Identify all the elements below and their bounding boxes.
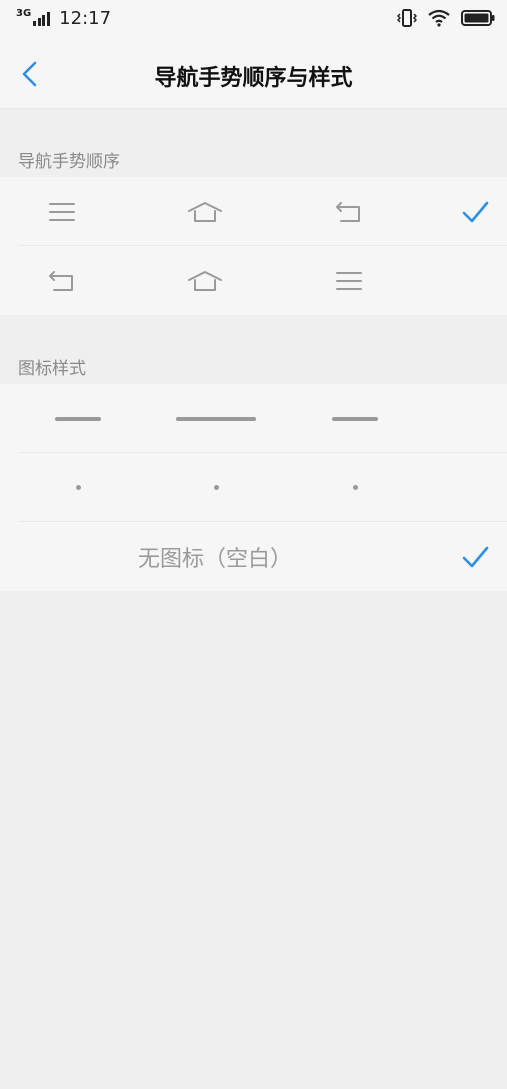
order-option-2[interactable] (0, 246, 507, 315)
style-option-blank[interactable]: 无图标（空白） (0, 522, 507, 591)
line-indicator-home (176, 384, 256, 453)
menu-icon (22, 177, 102, 246)
order-option-1[interactable] (0, 177, 507, 246)
order-options (0, 177, 507, 315)
wifi-icon (428, 9, 450, 27)
dot-indicator (315, 453, 395, 522)
home-icon (165, 246, 245, 315)
dot-indicator (176, 453, 256, 522)
checkmark-icon (462, 201, 489, 223)
checkmark-icon (462, 546, 489, 568)
style-section-label: 图标样式 (18, 359, 86, 379)
status-time: 12:17 (59, 8, 112, 29)
blank-style-label: 无图标（空白） (137, 547, 292, 572)
line-indicator (38, 384, 118, 453)
battery-icon (461, 10, 495, 26)
order-section-label: 导航手势顺序 (18, 152, 120, 172)
menu-icon (309, 246, 389, 315)
line-indicator (315, 384, 395, 453)
page-title: 导航手势顺序与样式 (154, 66, 353, 91)
back-icon (309, 177, 389, 246)
home-icon (165, 177, 245, 246)
network-type: 3G (16, 8, 32, 19)
style-option-dots[interactable] (0, 453, 507, 522)
dot-indicator (38, 453, 118, 522)
title-bar: 导航手势顺序与样式 (0, 40, 507, 109)
status-bar: 3G 12:17 (0, 0, 507, 40)
style-options: 无图标（空白） (0, 384, 507, 591)
back-icon (22, 246, 102, 315)
signal-icon (33, 11, 51, 26)
vibrate-icon (397, 9, 417, 27)
style-option-lines[interactable] (0, 384, 507, 453)
